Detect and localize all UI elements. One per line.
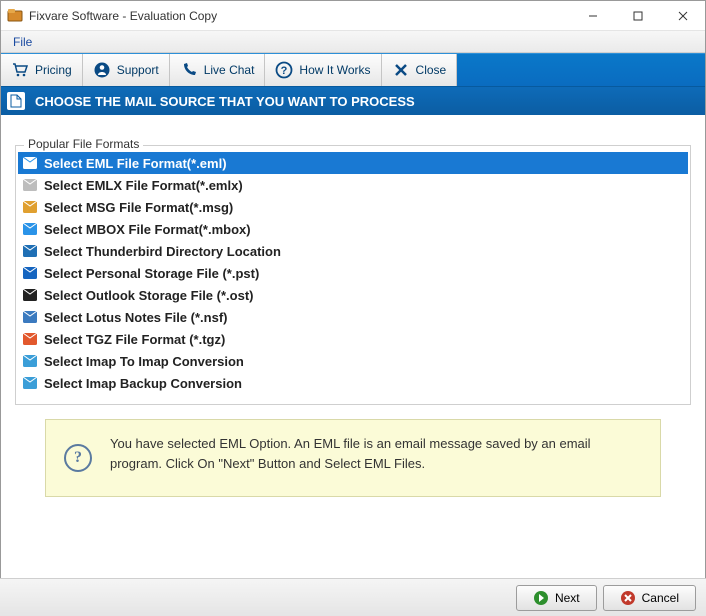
format-icon — [22, 309, 38, 325]
close-button[interactable]: Close — [382, 54, 458, 86]
section-header: CHOOSE THE MAIL SOURCE THAT YOU WANT TO … — [1, 87, 705, 115]
footer: Next Cancel — [0, 578, 706, 616]
cancel-button[interactable]: Cancel — [603, 585, 696, 611]
maximize-button[interactable] — [615, 1, 660, 31]
next-button[interactable]: Next — [516, 585, 597, 611]
close-label: Close — [416, 63, 447, 77]
format-icon — [22, 265, 38, 281]
close-icon — [392, 61, 410, 79]
format-icon — [22, 287, 38, 303]
format-icon — [22, 243, 38, 259]
app-icon — [7, 8, 23, 24]
close-window-button[interactable] — [660, 1, 705, 31]
format-label: Select MBOX File Format(*.mbox) — [44, 222, 251, 237]
info-icon: ? — [64, 444, 92, 472]
format-icon — [22, 353, 38, 369]
support-label: Support — [117, 63, 159, 77]
format-label: Select Lotus Notes File (*.nsf) — [44, 310, 227, 325]
next-icon — [533, 590, 549, 606]
formats-list: Select EML File Format(*.eml) Select EMLX… — [18, 152, 688, 394]
cart-icon — [11, 61, 29, 79]
format-item[interactable]: Select Imap Backup Conversion — [18, 372, 688, 394]
question-icon: ? — [275, 61, 293, 79]
formats-groupbox: Popular File Formats Select EML File For… — [15, 145, 691, 405]
next-label: Next — [555, 591, 580, 605]
format-item[interactable]: Select EML File Format(*.eml) — [18, 152, 688, 174]
minimize-button[interactable] — [570, 1, 615, 31]
groupbox-title: Popular File Formats — [24, 137, 143, 151]
format-item[interactable]: Select Outlook Storage File (*.ost) — [18, 284, 688, 306]
format-label: Select Thunderbird Directory Location — [44, 244, 281, 259]
format-icon — [22, 221, 38, 237]
info-text: You have selected EML Option. An EML fil… — [110, 436, 591, 471]
format-item[interactable]: Select MBOX File Format(*.mbox) — [18, 218, 688, 240]
phone-icon — [180, 61, 198, 79]
info-box: ? You have selected EML Option. An EML f… — [45, 419, 661, 497]
livechat-label: Live Chat — [204, 63, 255, 77]
titlebar: Fixvare Software - Evaluation Copy — [1, 1, 705, 31]
format-label: Select MSG File Format(*.msg) — [44, 200, 233, 215]
format-icon — [22, 331, 38, 347]
window-controls — [570, 1, 705, 31]
format-label: Select EMLX File Format(*.emlx) — [44, 178, 243, 193]
toolbar: Pricing Support Live Chat ? How It Works… — [1, 53, 705, 87]
format-icon — [22, 375, 38, 391]
format-item[interactable]: Select Personal Storage File (*.pst) — [18, 262, 688, 284]
format-label: Select Imap Backup Conversion — [44, 376, 242, 391]
format-label: Select Personal Storage File (*.pst) — [44, 266, 259, 281]
format-item[interactable]: Select Imap To Imap Conversion — [18, 350, 688, 372]
menu-file[interactable]: File — [5, 33, 40, 51]
howitworks-label: How It Works — [299, 63, 370, 77]
format-label: Select Outlook Storage File (*.ost) — [44, 288, 253, 303]
format-icon — [22, 155, 38, 171]
format-label: Select Imap To Imap Conversion — [44, 354, 244, 369]
pricing-label: Pricing — [35, 63, 72, 77]
format-item[interactable]: Select EMLX File Format(*.emlx) — [18, 174, 688, 196]
format-item[interactable]: Select MSG File Format(*.msg) — [18, 196, 688, 218]
livechat-button[interactable]: Live Chat — [170, 54, 266, 86]
format-label: Select EML File Format(*.eml) — [44, 156, 227, 171]
howitworks-button[interactable]: ? How It Works — [265, 54, 381, 86]
window-title: Fixvare Software - Evaluation Copy — [29, 9, 570, 23]
pricing-button[interactable]: Pricing — [1, 54, 83, 86]
cancel-icon — [620, 590, 636, 606]
format-icon — [22, 199, 38, 215]
content: Popular File Formats Select EML File For… — [1, 133, 705, 505]
format-item[interactable]: Select TGZ File Format (*.tgz) — [18, 328, 688, 350]
format-icon — [22, 177, 38, 193]
support-button[interactable]: Support — [83, 54, 170, 86]
format-label: Select TGZ File Format (*.tgz) — [44, 332, 225, 347]
section-header-text: CHOOSE THE MAIL SOURCE THAT YOU WANT TO … — [35, 94, 415, 109]
format-item[interactable]: Select Thunderbird Directory Location — [18, 240, 688, 262]
svg-text:?: ? — [281, 65, 288, 77]
cancel-label: Cancel — [642, 591, 679, 605]
support-icon — [93, 61, 111, 79]
file-icon — [7, 92, 25, 110]
menubar: File — [1, 31, 705, 53]
format-item[interactable]: Select Lotus Notes File (*.nsf) — [18, 306, 688, 328]
